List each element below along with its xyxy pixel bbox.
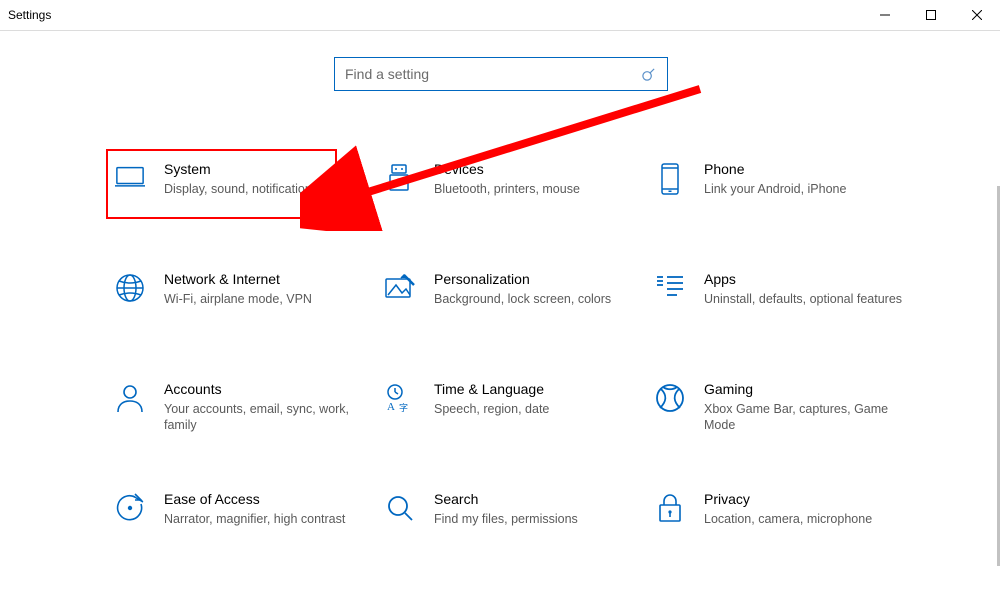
tile-desc: Wi-Fi, airplane mode, VPN	[164, 291, 312, 308]
time-language-icon: A 字	[380, 381, 420, 413]
tile-desc: Speech, region, date	[434, 401, 549, 418]
tile-desc: Display, sound, notifications, power	[164, 181, 359, 198]
tile-title: Ease of Access	[164, 491, 345, 509]
tile-title: Apps	[704, 271, 902, 289]
tile-ease-of-access[interactable]: Ease of Access Narrator, magnifier, high…	[110, 481, 380, 559]
devices-icon	[380, 161, 420, 193]
settings-grid: System Display, sound, notifications, po…	[110, 151, 940, 599]
lock-icon	[650, 491, 690, 523]
tile-title: Devices	[434, 161, 580, 179]
content-area: System Display, sound, notifications, po…	[0, 31, 1000, 599]
apps-icon	[650, 271, 690, 297]
tile-title: Privacy	[704, 491, 872, 509]
svg-text:字: 字	[399, 402, 408, 413]
search-box[interactable]	[334, 57, 668, 91]
magnifier-icon	[380, 491, 420, 523]
tile-desc: Your accounts, email, sync, work, family	[164, 401, 364, 435]
tile-desc: Uninstall, defaults, optional features	[704, 291, 902, 308]
tile-privacy[interactable]: Privacy Location, camera, microphone	[650, 481, 920, 559]
window-title: Settings	[8, 8, 51, 22]
tile-title: Network & Internet	[164, 271, 312, 289]
tile-title: Time & Language	[434, 381, 549, 399]
tile-desc: Bluetooth, printers, mouse	[434, 181, 580, 198]
tile-desc: Background, lock screen, colors	[434, 291, 611, 308]
tile-update-security[interactable]: Update & Security	[110, 591, 380, 599]
tile-desc: Location, camera, microphone	[704, 511, 872, 528]
titlebar: Settings	[0, 0, 1000, 31]
tile-accounts[interactable]: Accounts Your accounts, email, sync, wor…	[110, 371, 380, 449]
search-icon	[629, 67, 667, 82]
tile-personalization[interactable]: Personalization Background, lock screen,…	[380, 261, 650, 339]
tile-phone[interactable]: Phone Link your Android, iPhone	[650, 151, 920, 229]
tile-desc: Find my files, permissions	[434, 511, 578, 528]
tile-title: Accounts	[164, 381, 364, 399]
tile-desc: Narrator, magnifier, high contrast	[164, 511, 345, 528]
ease-of-access-icon	[110, 491, 150, 523]
tile-title: Personalization	[434, 271, 611, 289]
tile-apps[interactable]: Apps Uninstall, defaults, optional featu…	[650, 261, 920, 339]
tile-time-language[interactable]: A 字 Time & Language Speech, region, date	[380, 371, 650, 449]
maximize-button[interactable]	[908, 0, 954, 30]
tile-search[interactable]: Search Find my files, permissions	[380, 481, 650, 559]
tile-desc: Link your Android, iPhone	[704, 181, 846, 198]
paint-icon	[380, 271, 420, 301]
close-button[interactable]	[954, 0, 1000, 30]
tile-system[interactable]: System Display, sound, notifications, po…	[110, 151, 380, 229]
tile-title: Phone	[704, 161, 846, 179]
tile-title: Search	[434, 491, 578, 509]
tile-title: Gaming	[704, 381, 904, 399]
tile-gaming[interactable]: Gaming Xbox Game Bar, captures, Game Mod…	[650, 371, 920, 449]
xbox-icon	[650, 381, 690, 413]
tile-title: System	[164, 161, 359, 179]
svg-text:A: A	[387, 401, 395, 413]
tile-desc: Xbox Game Bar, captures, Game Mode	[704, 401, 904, 435]
system-icon	[110, 161, 150, 189]
tile-devices[interactable]: Devices Bluetooth, printers, mouse	[380, 151, 650, 229]
globe-icon	[110, 271, 150, 303]
tile-network[interactable]: Network & Internet Wi-Fi, airplane mode,…	[110, 261, 380, 339]
minimize-button[interactable]	[862, 0, 908, 30]
person-icon	[110, 381, 150, 413]
phone-icon	[650, 161, 690, 195]
window-controls	[862, 0, 1000, 30]
search-input[interactable]	[335, 66, 629, 82]
